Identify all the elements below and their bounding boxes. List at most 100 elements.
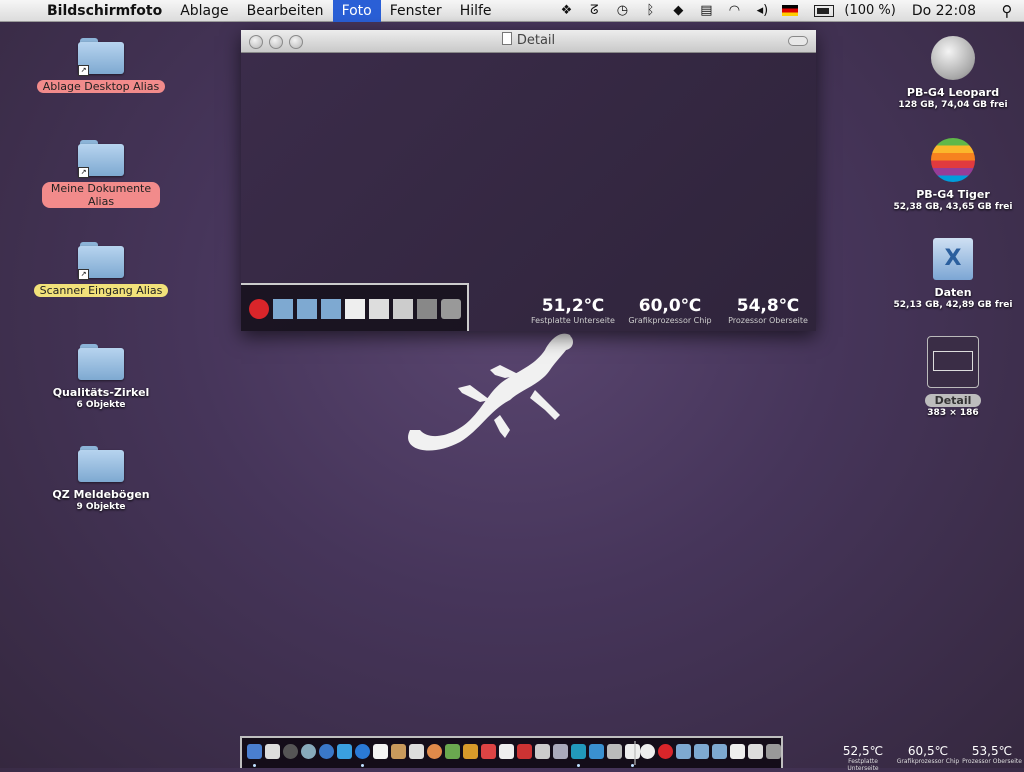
app-store-icon[interactable] bbox=[337, 744, 352, 759]
osx-drive-icon: X bbox=[933, 238, 973, 280]
desktop-icon-qualitaets-zirkel[interactable]: Qualitäts-Zirkel 6 Objekte bbox=[26, 344, 176, 410]
icon-label: Meine Dokumente Alias bbox=[42, 182, 160, 208]
pages-icon[interactable] bbox=[463, 744, 478, 759]
close-button[interactable] bbox=[249, 35, 263, 49]
temp-label: Prozessor Oberseite bbox=[962, 758, 1022, 765]
temp-value: 53,5℃ bbox=[971, 744, 1013, 758]
apple-icon bbox=[249, 299, 269, 319]
apple-logo-icon bbox=[931, 36, 975, 80]
time-machine-icon[interactable]: ◷ bbox=[608, 3, 636, 18]
temp-label: Grafikprozessor Chip bbox=[896, 758, 960, 765]
desktop-icon-daten[interactable]: X Daten 52,13 GB, 42,89 GB frei bbox=[878, 238, 1024, 310]
icon-label: Daten bbox=[934, 286, 972, 299]
teamviewer-icon[interactable] bbox=[589, 744, 604, 759]
preview-icon[interactable] bbox=[625, 744, 640, 759]
app-menu[interactable]: Bildschirmfoto bbox=[38, 0, 171, 22]
minimize-button[interactable] bbox=[269, 35, 283, 49]
menu-hilfe[interactable]: Hilfe bbox=[451, 0, 501, 22]
folder-icon[interactable] bbox=[694, 744, 709, 759]
trash-icon bbox=[441, 299, 461, 319]
apple-icon[interactable] bbox=[658, 744, 673, 759]
script-icon[interactable] bbox=[535, 744, 550, 759]
temp-label: Festplatte Unterseite bbox=[531, 316, 615, 325]
balloon-icon[interactable] bbox=[640, 744, 655, 759]
menu-foto[interactable]: Foto bbox=[332, 0, 381, 22]
menu-bearbeiten[interactable]: Bearbeiten bbox=[238, 0, 333, 22]
pdf-icon[interactable] bbox=[481, 744, 496, 759]
skype-icon[interactable] bbox=[571, 744, 586, 759]
temp-widget-gpu: 60,0℃ Grafikprozessor Chip bbox=[623, 296, 717, 325]
word-icon[interactable] bbox=[445, 744, 460, 759]
spotlight-search-icon[interactable]: ⚲ bbox=[990, 2, 1024, 20]
network-utility-icon[interactable] bbox=[553, 744, 568, 759]
clock[interactable]: Do 22:08 bbox=[902, 3, 990, 19]
icon-label: PB-G4 Tiger bbox=[916, 188, 990, 201]
film-icon bbox=[417, 299, 437, 319]
desktop-icon-pb-g4-tiger[interactable]: PB-G4 Tiger 52,38 GB, 43,65 GB frei bbox=[878, 138, 1024, 212]
alias-arrow-icon: ↗ bbox=[78, 269, 89, 280]
document-icon[interactable] bbox=[730, 744, 745, 759]
temp-label: Festplatte Unterseite bbox=[847, 758, 879, 772]
volume-icon[interactable]: ◂) bbox=[748, 3, 776, 18]
wifi-icon[interactable]: ◠ bbox=[720, 3, 748, 18]
network-icon[interactable] bbox=[319, 744, 334, 759]
launch-icon[interactable]: ◆ bbox=[664, 3, 692, 18]
menu-bar: Bildschirmfoto Ablage Bearbeiten Foto Fe… bbox=[0, 0, 1024, 22]
dashboard-icon[interactable] bbox=[283, 744, 298, 759]
desktop-icon-detail[interactable]: Detail 383 × 186 bbox=[878, 336, 1024, 418]
menu-ablage[interactable]: Ablage bbox=[171, 0, 237, 22]
expose-icon[interactable] bbox=[265, 744, 280, 759]
sync-icon[interactable]: ᘔ bbox=[580, 3, 608, 18]
downloads-folder-icon[interactable] bbox=[712, 744, 727, 759]
detail-window[interactable]: Detail 51,2℃ Festplatte Unterseite 60,0℃… bbox=[241, 30, 816, 331]
paint-icon[interactable] bbox=[427, 744, 442, 759]
desktop-icon-meine-dokumente-alias[interactable]: ↗ Meine Dokumente Alias bbox=[26, 140, 176, 209]
image-icon[interactable] bbox=[748, 744, 763, 759]
temp-value: 51,2℃ bbox=[541, 296, 605, 316]
textedit-icon[interactable] bbox=[373, 744, 388, 759]
icon-label: QZ Meldebögen bbox=[52, 488, 150, 501]
icon-subtitle: 128 GB, 74,04 GB frei bbox=[898, 100, 1008, 110]
window-titlebar[interactable]: Detail bbox=[241, 30, 816, 53]
desktop-icon-qz-meldeboegen[interactable]: QZ Meldebögen 9 Objekte bbox=[26, 446, 176, 512]
image-thumbnail-icon bbox=[927, 336, 979, 388]
gecko-wallpaper-graphic bbox=[408, 333, 573, 451]
system-icon[interactable] bbox=[301, 744, 316, 759]
window-title: Detail bbox=[516, 33, 556, 48]
desktop-icon-ablage-desktop-alias[interactable]: ↗ Ablage Desktop Alias bbox=[26, 38, 176, 94]
mail-icon bbox=[393, 299, 413, 319]
folder-icon bbox=[297, 299, 317, 319]
temp-value: 54,8℃ bbox=[736, 296, 800, 316]
flag-de-icon[interactable] bbox=[782, 5, 799, 16]
icon-label: PB-G4 Leopard bbox=[906, 86, 1000, 99]
desktop-icon-scanner-eingang-alias[interactable]: ↗ Scanner Eingang Alias bbox=[26, 242, 176, 298]
document-icon bbox=[345, 299, 365, 319]
notes-icon[interactable] bbox=[499, 744, 514, 759]
calculator-icon[interactable] bbox=[607, 744, 622, 759]
finder-icon[interactable] bbox=[247, 744, 262, 759]
folder-icon[interactable] bbox=[676, 744, 691, 759]
alias-arrow-icon: ↗ bbox=[78, 65, 89, 76]
icon-label: Detail bbox=[924, 394, 982, 407]
temp-value: 52,5℃ bbox=[842, 744, 884, 758]
temp-widget-cpu: 54,8℃ Prozessor Oberseite bbox=[723, 296, 813, 325]
script-icon[interactable]: ▤ bbox=[692, 3, 720, 18]
desktop-icon-pb-g4-leopard[interactable]: PB-G4 Leopard 128 GB, 74,04 GB frei bbox=[878, 36, 1024, 110]
zoom-button[interactable] bbox=[289, 35, 303, 49]
bluetooth-icon[interactable]: ᛒ bbox=[636, 3, 664, 18]
calendar-icon[interactable] bbox=[409, 744, 424, 759]
battery-percent: (100 %) bbox=[844, 3, 896, 18]
folder-icon bbox=[78, 446, 124, 482]
menu-fenster[interactable]: Fenster bbox=[381, 0, 451, 22]
mail-stamp-icon[interactable] bbox=[391, 744, 406, 759]
icon-label: Ablage Desktop Alias bbox=[36, 80, 166, 93]
temp-label: Prozessor Oberseite bbox=[728, 316, 808, 325]
temp-value: 60,5℃ bbox=[907, 744, 949, 758]
image-content: 51,2℃ Festplatte Unterseite 60,0℃ Grafik… bbox=[241, 53, 816, 331]
battery-icon[interactable] bbox=[814, 4, 835, 17]
trash-icon[interactable] bbox=[766, 744, 781, 759]
safari-icon[interactable] bbox=[355, 744, 370, 759]
toolbar-toggle-button[interactable] bbox=[788, 36, 808, 46]
books-icon[interactable] bbox=[517, 744, 532, 759]
dropbox-icon[interactable]: ❖ bbox=[552, 3, 580, 18]
